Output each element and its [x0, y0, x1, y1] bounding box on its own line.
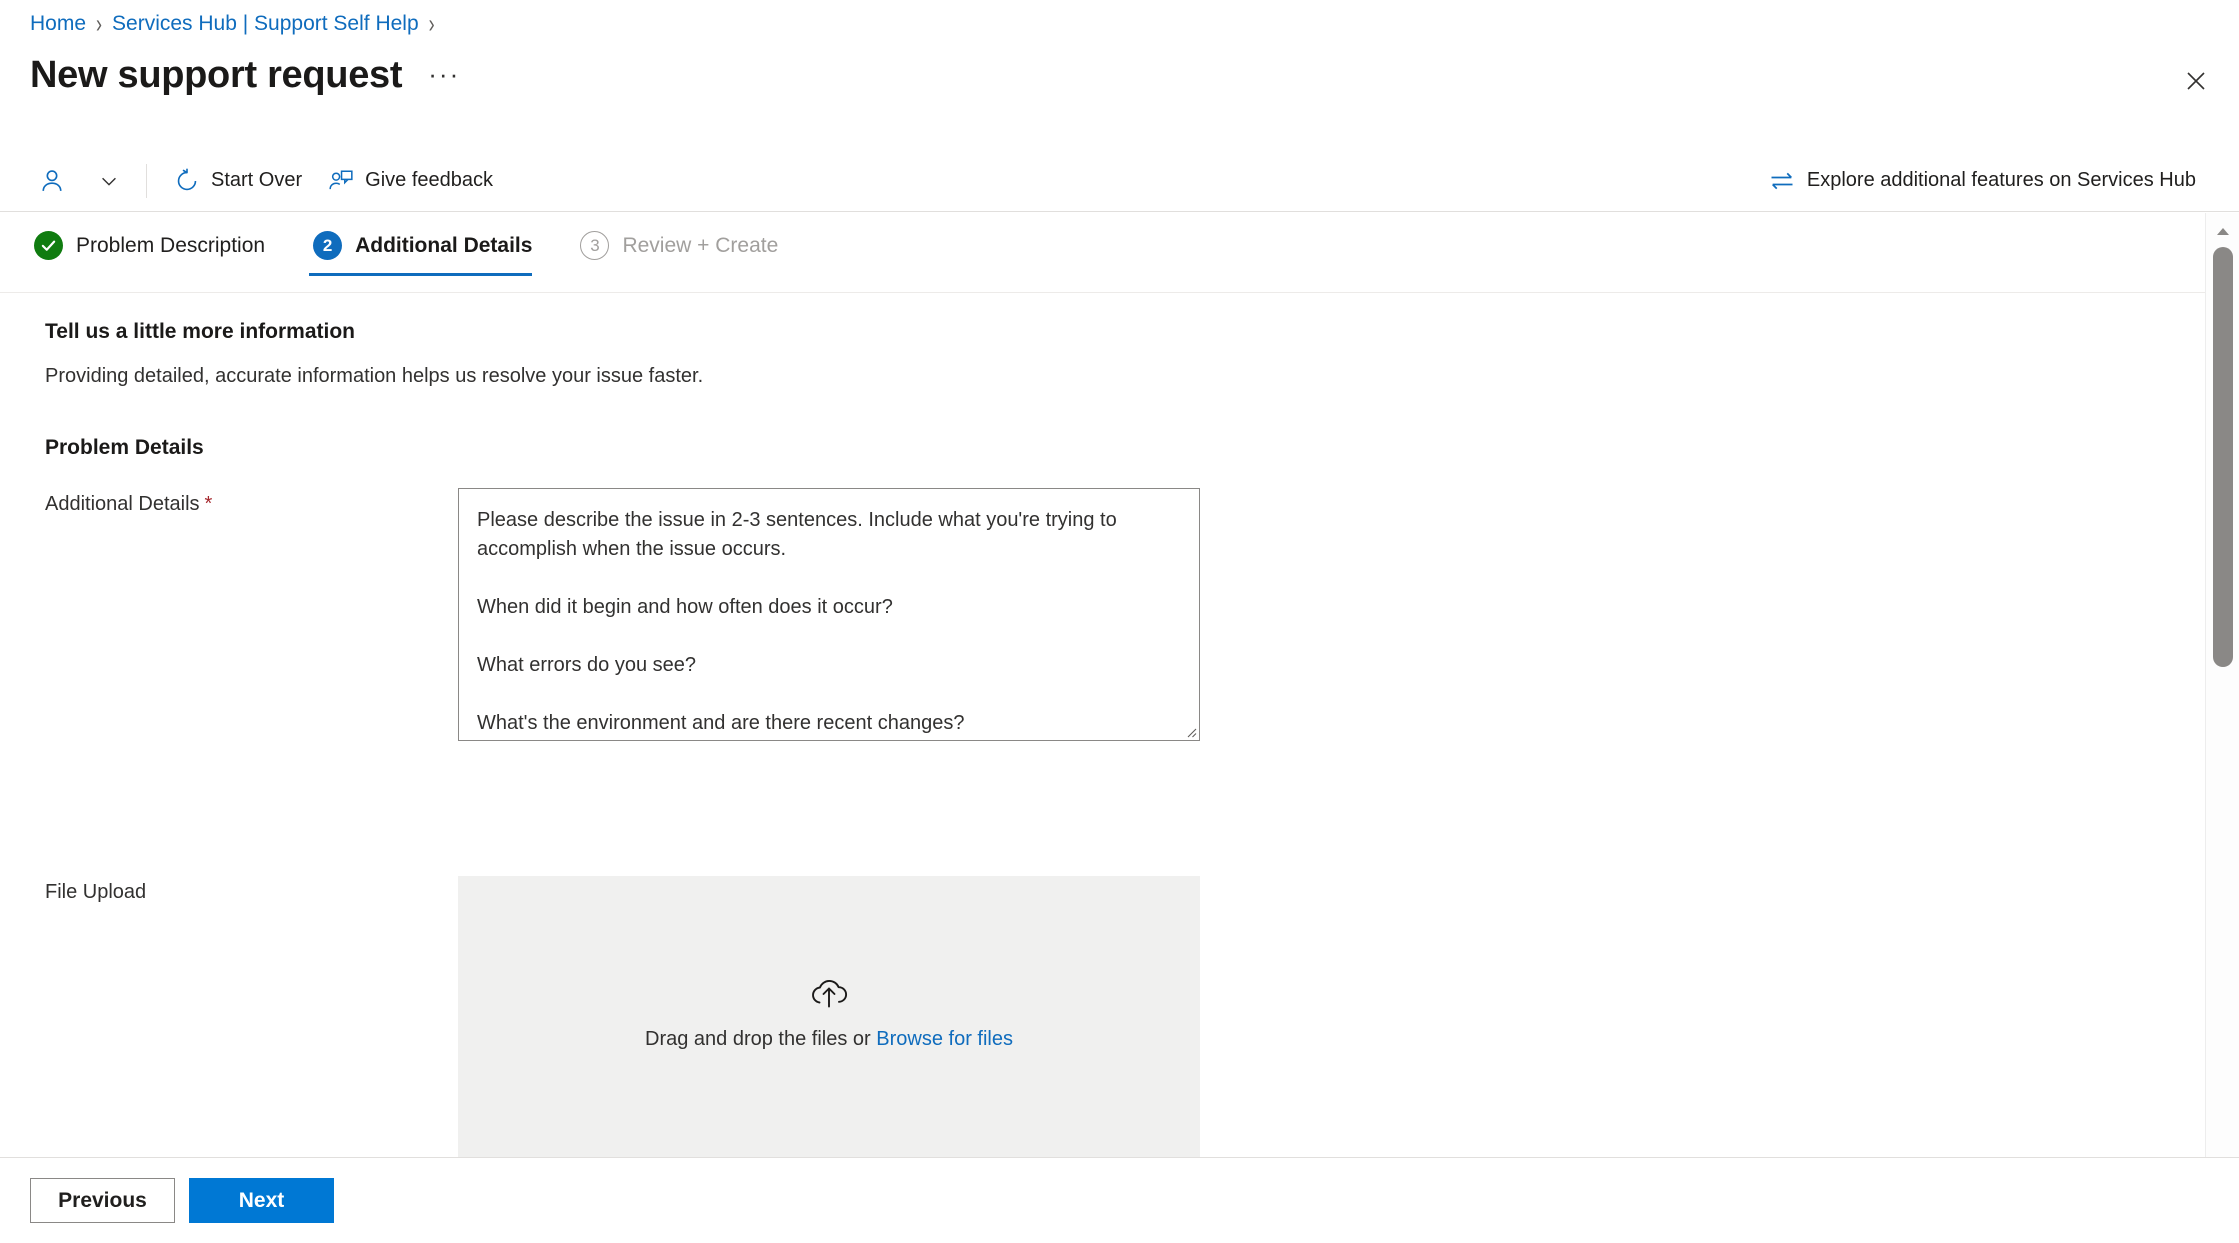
step-review-create[interactable]: 3 Review + Create [576, 225, 796, 276]
scroll-up-button[interactable] [2206, 217, 2239, 247]
close-button[interactable] [2175, 60, 2217, 102]
chevron-down-icon [98, 170, 120, 192]
close-icon [2187, 72, 2205, 90]
breadcrumb-item-services-hub[interactable]: Services Hub | Support Self Help [112, 12, 419, 36]
breadcrumb: Home › Services Hub | Support Self Help … [30, 8, 435, 38]
caret-up-icon [2217, 228, 2229, 235]
section-title: Tell us a little more information [45, 320, 355, 343]
give-feedback-label: Give feedback [365, 169, 493, 191]
step-number-badge: 2 [313, 231, 343, 260]
additional-details-input[interactable] [459, 489, 1199, 740]
command-bar: Start Over Give feedback Explore additio… [0, 150, 2239, 212]
step-number-badge: 3 [580, 231, 610, 260]
additional-details-label-text: Additional Details [45, 493, 200, 515]
wizard-footer: Previous Next [0, 1157, 2239, 1243]
chevron-right-icon: › [96, 8, 103, 38]
scrollbar-thumb[interactable] [2213, 247, 2233, 667]
start-over-label: Start Over [211, 169, 303, 191]
step-wizard: Problem Description 2 Additional Details… [30, 225, 822, 276]
breadcrumb-item-home[interactable]: Home [30, 12, 86, 36]
group-title-problem-details: Problem Details [45, 436, 204, 459]
file-upload-label: File Upload [45, 881, 147, 903]
step-problem-description[interactable]: Problem Description [30, 225, 283, 276]
command-bar-right: Explore additional features on Services … [1755, 159, 2239, 203]
command-bar-divider [146, 163, 147, 198]
section-subtitle: Providing detailed, accurate information… [45, 365, 704, 387]
browse-for-files-link[interactable]: Browse for files [876, 1028, 1013, 1050]
give-feedback-button[interactable]: Give feedback [315, 160, 506, 202]
step-label-problem-description: Problem Description [76, 233, 266, 257]
more-options-button[interactable]: ··· [422, 61, 466, 87]
form-body: Tell us a little more information Provid… [0, 293, 2205, 1158]
additional-details-field-wrapper [458, 488, 1200, 741]
previous-button[interactable]: Previous [30, 1178, 175, 1223]
step-additional-details[interactable]: 2 Additional Details [309, 225, 550, 276]
next-button[interactable]: Next [189, 1178, 334, 1223]
active-step-underline [309, 273, 533, 276]
new-support-request-page: Home › Services Hub | Support Self Help … [0, 0, 2239, 1243]
page-title-row: New support request ··· [30, 56, 466, 94]
person-icon [38, 167, 66, 195]
file-dropzone[interactable]: Drag and drop the files or Browse for fi… [458, 876, 1200, 1158]
dropzone-instruction: Drag and drop the files or [645, 1028, 877, 1050]
required-asterisk: * [204, 493, 213, 515]
persona-menu-button[interactable] [26, 161, 132, 201]
start-over-button[interactable]: Start Over [161, 160, 315, 202]
additional-details-label: Additional Details * [45, 493, 212, 516]
check-circle-icon [34, 231, 63, 260]
explore-services-hub-label: Explore additional features on Services … [1806, 169, 2196, 191]
page-title: New support request [30, 54, 403, 96]
chevron-right-icon: › [428, 8, 435, 38]
dropzone-text: Drag and drop the files or Browse for fi… [645, 1028, 1013, 1051]
vertical-scrollbar[interactable] [2205, 213, 2239, 1243]
person-feedback-icon [328, 168, 354, 194]
command-bar-left: Start Over Give feedback [0, 160, 506, 202]
explore-services-hub-button[interactable]: Explore additional features on Services … [1755, 159, 2209, 203]
step-label-additional-details: Additional Details [355, 233, 533, 257]
swap-arrows-icon [1768, 167, 1796, 195]
step-label-review-create: Review + Create [622, 233, 779, 257]
cloud-upload-icon [806, 976, 852, 1014]
refresh-icon [174, 167, 200, 194]
